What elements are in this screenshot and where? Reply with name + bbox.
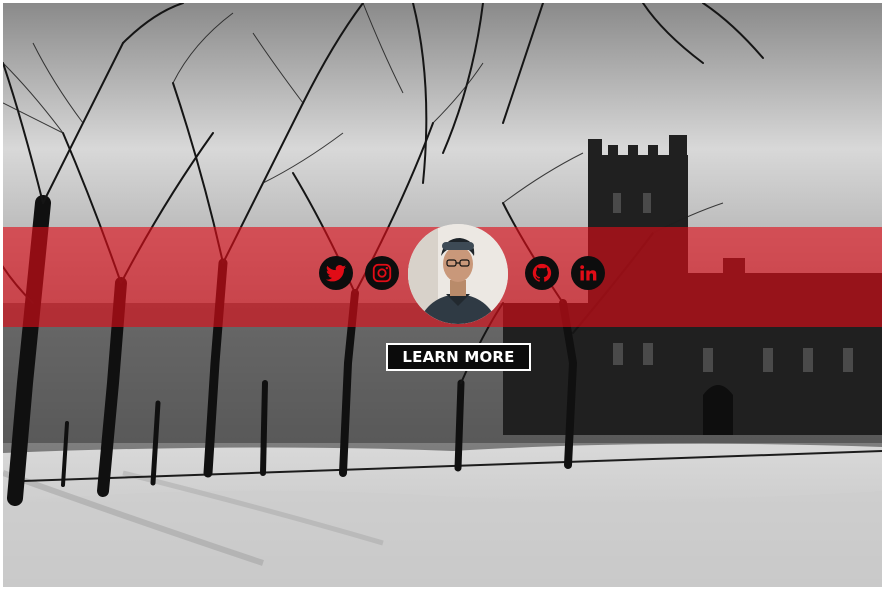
twitter-icon [325, 265, 347, 282]
linkedin-icon [580, 265, 597, 281]
linkedin-link[interactable] [571, 256, 605, 290]
learn-more-button[interactable]: LEARN MORE [386, 343, 531, 371]
github-icon [532, 263, 552, 282]
instagram-link[interactable] [365, 256, 399, 290]
twitter-link[interactable] [319, 256, 353, 290]
instagram-icon [372, 263, 392, 283]
profile-avatar [408, 224, 508, 324]
github-link[interactable] [525, 256, 559, 290]
avatar-photo [408, 224, 508, 324]
